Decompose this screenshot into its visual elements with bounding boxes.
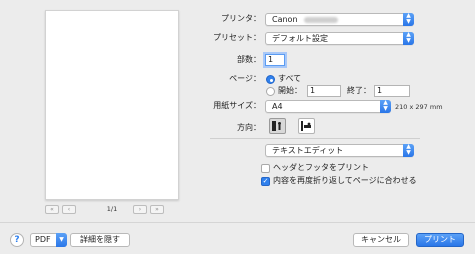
- chevron-updown-icon: ▲ ▼: [403, 13, 414, 26]
- header-footer-checkbox[interactable]: [261, 164, 270, 173]
- chevron-updown-icon: ▲ ▼: [380, 100, 391, 113]
- prev-page-button[interactable]: ‹: [62, 205, 76, 214]
- portrait-button[interactable]: [269, 118, 286, 134]
- pdf-menu-button[interactable]: PDF ▼: [30, 233, 67, 247]
- preset-value: デフォルト設定: [272, 34, 328, 43]
- pages-all-radio[interactable]: [266, 75, 275, 84]
- page-preview: [45, 10, 179, 200]
- paper-dimensions: 210 x 297 mm: [395, 103, 443, 111]
- preset-label: プリセット：: [213, 33, 261, 42]
- preset-select[interactable]: デフォルト設定 ▲ ▼: [265, 32, 414, 45]
- landscape-icon: [301, 121, 311, 131]
- print-button[interactable]: プリント: [416, 233, 464, 247]
- pages-from-label: 開始：: [278, 86, 302, 95]
- cancel-button[interactable]: キャンセル: [353, 233, 409, 247]
- printer-value: Canon: [272, 15, 298, 24]
- printer-label: プリンタ：: [221, 14, 261, 23]
- pages-to-label: 終了：: [347, 86, 371, 95]
- last-page-button[interactable]: »: [150, 205, 164, 214]
- paper-size-label: 用紙サイズ：: [213, 101, 261, 110]
- chevron-updown-icon: ▲ ▼: [403, 32, 414, 45]
- paper-size-value: A4: [272, 102, 283, 111]
- help-button[interactable]: ?: [10, 233, 24, 247]
- orientation-label: 方向：: [237, 123, 261, 132]
- printer-select[interactable]: Canon ▲ ▼: [265, 13, 414, 26]
- chevron-updown-icon: ▲ ▼: [403, 144, 414, 157]
- rewrap-checkbox[interactable]: ✓: [261, 177, 270, 186]
- landscape-button[interactable]: [298, 118, 315, 134]
- section-divider: [210, 138, 420, 139]
- header-footer-label: ヘッダとフッタをプリント: [273, 163, 369, 172]
- checkmark-icon: ✓: [262, 177, 269, 185]
- footer-divider: [0, 222, 475, 223]
- printer-model-redacted: [303, 16, 338, 23]
- rewrap-label: 内容を再度折り返してページに合わせる: [273, 176, 417, 185]
- pages-all-label: すべて: [278, 74, 302, 83]
- chevron-down-icon: ▼: [56, 233, 67, 247]
- first-page-button[interactable]: «: [45, 205, 59, 214]
- copies-label: 部数：: [237, 55, 261, 64]
- pages-to-field[interactable]: 1: [374, 85, 410, 97]
- hide-details-button[interactable]: 詳細を隠す: [70, 233, 130, 247]
- app-options-value: テキストエディット: [272, 146, 344, 155]
- paper-size-select[interactable]: A4 ▲ ▼: [265, 100, 391, 113]
- portrait-icon: [272, 121, 281, 131]
- app-options-select[interactable]: テキストエディット ▲ ▼: [265, 144, 414, 157]
- copies-field[interactable]: 1: [265, 54, 285, 66]
- next-page-button[interactable]: ›: [133, 205, 147, 214]
- pages-from-field[interactable]: 1: [307, 85, 341, 97]
- pdf-label: PDF: [35, 235, 51, 244]
- page-count: 1/1: [106, 205, 118, 213]
- pages-label: ページ：: [229, 74, 261, 83]
- pages-range-radio[interactable]: [266, 87, 275, 96]
